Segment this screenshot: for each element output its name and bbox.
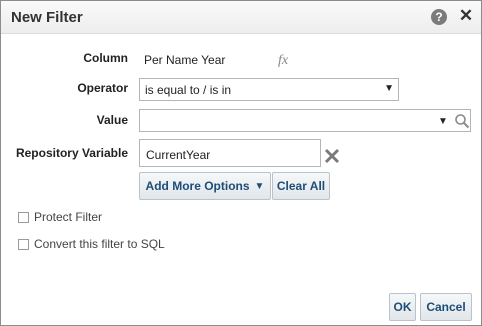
help-icon[interactable]: ? (431, 9, 447, 25)
operator-select[interactable]: is equal to / is in ▼ (139, 78, 399, 101)
protect-filter-label: Protect Filter (34, 210, 103, 224)
clear-all-button[interactable]: Clear All (272, 172, 330, 200)
convert-sql-row: Convert this filter to SQL (18, 237, 165, 251)
add-more-options-label: Add More Options (145, 179, 250, 193)
convert-sql-checkbox[interactable] (18, 238, 29, 250)
add-more-options-button[interactable]: Add More Options ▼ (139, 172, 271, 200)
value-label: Value (96, 113, 128, 127)
formula-icon[interactable]: fx (278, 53, 288, 69)
operator-label: Operator (77, 81, 128, 95)
value-dropdown-icon[interactable]: ▼ (438, 116, 448, 127)
ok-button[interactable]: OK (389, 293, 416, 321)
value-input[interactable] (139, 109, 471, 132)
title-bar: New Filter ? ✕ (1, 1, 481, 34)
repository-variable-input[interactable]: CurrentYear (139, 139, 321, 167)
dialog-title: New Filter (11, 9, 83, 26)
operator-selected-value: is equal to / is in (145, 83, 232, 97)
search-icon[interactable] (454, 113, 470, 129)
repository-variable-value: CurrentYear (146, 148, 211, 162)
repository-variable-label: Repository Variable (15, 146, 128, 160)
delete-x-icon[interactable] (323, 147, 341, 165)
convert-sql-label: Convert this filter to SQL (34, 237, 165, 251)
column-label: Column (83, 51, 128, 65)
protect-filter-row: Protect Filter (18, 210, 102, 224)
column-value: Per Name Year (144, 53, 226, 67)
close-icon[interactable]: ✕ (458, 7, 474, 25)
new-filter-dialog: New Filter ? ✕ Column Per Name Year fx O… (0, 0, 482, 326)
triangle-down-icon: ▼ (254, 180, 265, 192)
protect-filter-checkbox[interactable] (18, 211, 29, 223)
cancel-button[interactable]: Cancel (420, 293, 472, 321)
triangle-down-icon[interactable]: ▼ (384, 83, 394, 94)
